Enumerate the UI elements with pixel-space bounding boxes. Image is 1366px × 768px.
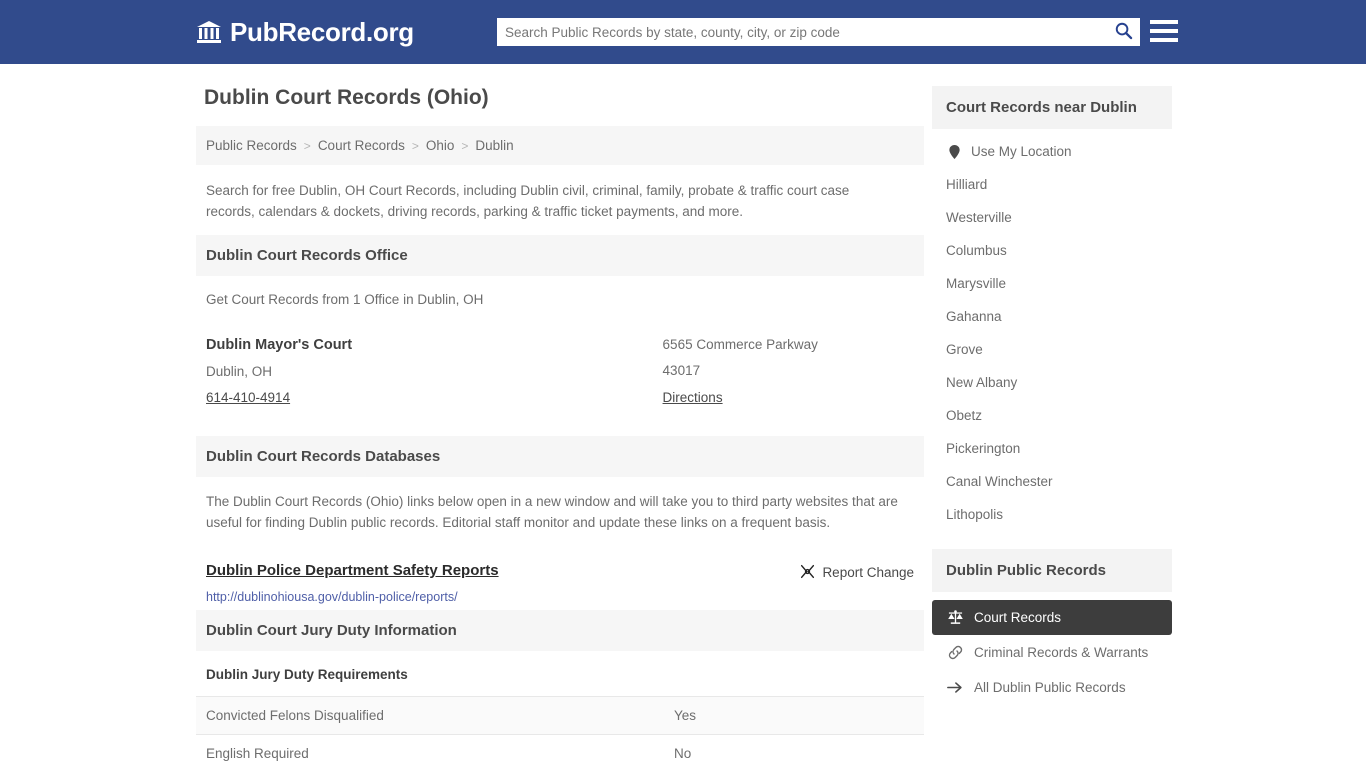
jury-section-heading: Dublin Court Jury Duty Information: [196, 609, 924, 651]
report-change-button[interactable]: Report Change: [800, 562, 914, 582]
breadcrumb-item-court-records[interactable]: Court Records: [318, 138, 405, 153]
databases-section-body: The Dublin Court Records (Ohio) links be…: [196, 477, 924, 610]
office-name: Dublin Mayor's Court: [206, 336, 353, 353]
sidebar-item-westerville[interactable]: Westerville: [932, 201, 1172, 234]
page-title: Dublin Court Records (Ohio): [204, 86, 489, 109]
sidebar-near-heading: Court Records near Dublin: [932, 86, 1172, 129]
office-city-state: Dublin, OH: [206, 363, 273, 379]
sidebar-item-canal-winchester[interactable]: Canal Winchester: [932, 465, 1172, 498]
jury-row-value: No: [664, 733, 924, 768]
breadcrumb-separator: >: [411, 138, 419, 153]
breadcrumb-item-dublin[interactable]: Dublin: [475, 138, 513, 153]
jury-row-label: Convicted Felons Disqualified: [196, 695, 664, 735]
sidebar-item-label: New Albany: [946, 375, 1018, 390]
databases-paragraph: The Dublin Court Records (Ohio) links be…: [206, 493, 898, 531]
search-bar: [497, 18, 1140, 46]
jury-row-label: English Required: [196, 733, 664, 768]
sidebar-item-columbus[interactable]: Columbus: [932, 234, 1172, 267]
hamburger-menu-icon[interactable]: [1150, 18, 1178, 44]
brand-logo-link[interactable]: PubRecord.org: [196, 19, 414, 45]
scales-of-justice-icon: [946, 610, 964, 625]
breadcrumb-separator: >: [461, 138, 469, 153]
sidebar-item-label: Grove: [946, 342, 983, 357]
main-content: Dublin Court Records (Ohio) Public Recor…: [196, 86, 924, 768]
report-change-label: Report Change: [822, 565, 914, 581]
sidebar-item-label: Pickerington: [946, 441, 1021, 456]
database-link-url[interactable]: http://dublinohiousa.gov/dublin-police/r…: [206, 590, 499, 604]
sidebar-item-label: Canal Winchester: [946, 474, 1053, 489]
sidebar-item-label: Obetz: [946, 408, 983, 423]
sidebar-item-grove[interactable]: Grove: [932, 333, 1172, 366]
sidebar-item-obetz[interactable]: Obetz: [932, 399, 1172, 432]
office-section-heading: Dublin Court Records Office: [196, 234, 924, 276]
database-link-row: Dublin Police Department Safety Reports …: [206, 562, 914, 604]
bank-building-icon: [196, 19, 222, 45]
breadcrumb-item-public-records[interactable]: Public Records: [206, 138, 297, 153]
sidebar-item-lithopolis[interactable]: Lithopolis: [932, 498, 1172, 531]
sidebar-city-list: Use My Location Hilliard Westerville Col…: [932, 129, 1172, 531]
sidebar-item-court-records[interactable]: Court Records: [932, 600, 1172, 635]
search-button[interactable]: [1106, 18, 1140, 46]
intro-paragraph: Search for free Dublin, OH Court Records…: [206, 183, 850, 219]
directions-link[interactable]: Directions: [663, 390, 723, 405]
office-entry: Dublin Mayor's Court Dublin, OH 614-410-…: [206, 337, 914, 430]
jury-subheading: Dublin Jury Duty Requirements: [206, 666, 408, 682]
sidebar-public-records-heading: Dublin Public Records: [932, 549, 1172, 592]
office-section-body: Get Court Records from 1 Office in Dubli…: [196, 276, 924, 436]
sidebar-item-label: Marysville: [946, 276, 1007, 291]
sidebar-item-hilliard[interactable]: Hilliard: [932, 168, 1172, 201]
table-row: English Required No: [196, 733, 924, 768]
sidebar-item-label: Lithopolis: [946, 507, 1004, 522]
jury-requirements-table: Convicted Felons Disqualified Yes Englis…: [196, 695, 924, 768]
sidebar-item-label: Westerville: [946, 210, 1012, 225]
database-link-title[interactable]: Dublin Police Department Safety Reports: [206, 562, 499, 579]
sidebar-item-label: Criminal Records & Warrants: [974, 645, 1149, 660]
sidebar-item-label: All Dublin Public Records: [974, 680, 1126, 695]
office-right-column: 6565 Commerce Parkway 43017 Directions: [663, 337, 914, 416]
site-header: PubRecord.org: [0, 0, 1366, 64]
broken-link-icon: [800, 564, 815, 582]
sidebar-item-all-dublin-public-records[interactable]: All Dublin Public Records: [932, 670, 1172, 705]
office-street: 6565 Commerce Parkway: [662, 336, 818, 352]
map-pin-icon: [946, 144, 962, 159]
sidebar: Court Records near Dublin Use My Locatio…: [932, 86, 1172, 768]
sidebar-item-label: Court Records: [974, 610, 1062, 625]
database-link-block: Dublin Police Department Safety Reports …: [206, 562, 499, 604]
breadcrumb-item-ohio[interactable]: Ohio: [426, 138, 455, 153]
sidebar-item-criminal-records-warrants[interactable]: Criminal Records & Warrants: [932, 635, 1172, 670]
table-row: Convicted Felons Disqualified Yes: [196, 695, 924, 735]
office-lead-text: Get Court Records from 1 Office in Dubli…: [206, 291, 484, 307]
sidebar-public-records-list: Court Records Criminal Records & Warrant…: [932, 600, 1172, 705]
office-phone[interactable]: 614-410-4914: [206, 390, 663, 405]
office-left-column: Dublin Mayor's Court Dublin, OH 614-410-…: [206, 337, 663, 416]
sidebar-item-label: Use My Location: [971, 144, 1072, 159]
sidebar-item-label: Gahanna: [946, 309, 1002, 324]
jury-row-value: Yes: [664, 695, 924, 735]
search-input[interactable]: [497, 19, 1106, 45]
page-body: Dublin Court Records (Ohio) Public Recor…: [0, 64, 1366, 768]
sidebar-item-label: Columbus: [946, 243, 1007, 258]
arrow-right-icon: [946, 681, 964, 694]
sidebar-item-label: Hilliard: [946, 177, 988, 192]
sidebar-item-marysville[interactable]: Marysville: [932, 267, 1172, 300]
office-zip: 43017: [662, 362, 701, 378]
sidebar-item-pickerington[interactable]: Pickerington: [932, 432, 1172, 465]
sidebar-item-new-albany[interactable]: New Albany: [932, 366, 1172, 399]
databases-section-heading: Dublin Court Records Databases: [196, 435, 924, 477]
sidebar-item-use-my-location[interactable]: Use My Location: [932, 135, 1172, 168]
search-icon: [1114, 21, 1133, 43]
link-chain-icon: [946, 645, 964, 660]
breadcrumb: Public Records > Court Records > Ohio > …: [196, 126, 924, 165]
breadcrumb-separator: >: [303, 138, 311, 153]
brand-name: PubRecord.org: [230, 17, 414, 47]
sidebar-item-gahanna[interactable]: Gahanna: [932, 300, 1172, 333]
